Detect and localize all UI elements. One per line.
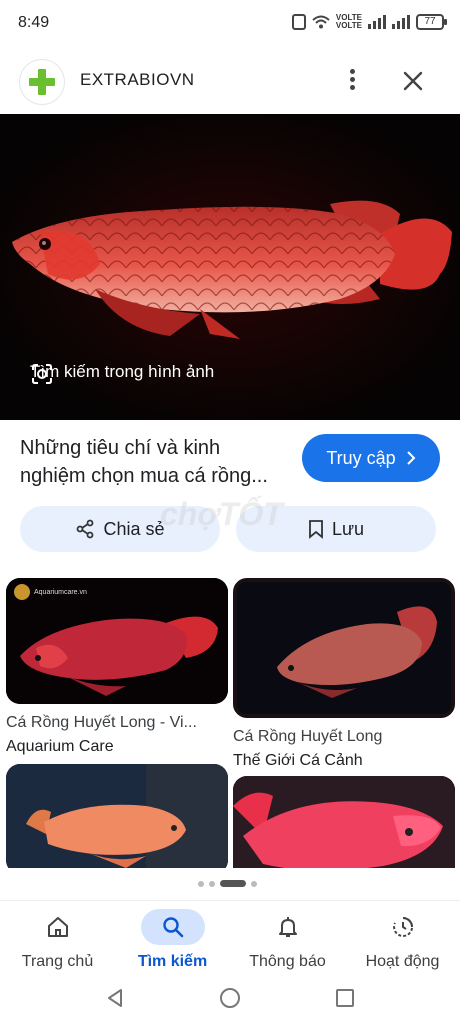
result-title-row: Những tiêu chí và kinh nghiệm chọn mua c… (0, 420, 460, 510)
pager-dot (209, 880, 215, 887)
source-logo-icon (14, 584, 30, 600)
share-button[interactable]: Chia sẻ (20, 506, 220, 552)
visit-label: Truy cập (326, 447, 396, 468)
nav-home[interactable]: Trang chủ (0, 901, 115, 981)
home-circle-icon[interactable] (220, 988, 240, 1008)
activity-icon (392, 916, 413, 937)
result-header: EXTRABIOVN (0, 50, 460, 112)
nav-search[interactable]: Tìm kiếm (115, 901, 230, 981)
hero-image[interactable]: Tìm kiếm trong hình ảnh (0, 114, 460, 420)
bottom-navigation: Trang chủ Tìm kiếm Thông báo Hoạt động (0, 900, 460, 980)
related-title: Cá Rồng Huyết Long - Vi... (6, 714, 197, 731)
related-thumbnail (233, 776, 455, 868)
related-source: Thế Giới Cá Cảnh (233, 752, 363, 769)
google-lens-icon (32, 364, 52, 384)
system-navigation (0, 980, 460, 1024)
search-in-image-button[interactable]: Tìm kiếm trong hình ảnh (30, 362, 215, 384)
home-icon (47, 917, 68, 937)
related-card[interactable]: Cá Rồng Huyết Long Thế Giới Cá Cảnh (233, 578, 455, 770)
close-icon[interactable] (400, 68, 426, 94)
battery-icon: 77 (416, 14, 447, 30)
source-badge: Aquariumcare.vn (14, 584, 87, 600)
signal-icon-2 (392, 15, 410, 29)
result-title[interactable]: Những tiêu chí và kinh nghiệm chọn mua c… (20, 434, 290, 490)
status-bar: 8:49 VOLTE VOLTE 77 (0, 0, 460, 48)
action-row: Chia sẻ Lưu chợTỐT (0, 496, 460, 556)
nav-notifications[interactable]: Thông báo (230, 901, 345, 981)
nav-home-label: Trang chủ (21, 953, 94, 970)
related-thumbnail: Aquariumcare.vn (6, 578, 228, 704)
green-plus-icon[interactable] (20, 60, 64, 104)
related-title: Cá Rồng Huyết Long (233, 728, 383, 745)
related-card[interactable]: Aquariumcare.vn Cá Rồng Huyết Long - Vi.… (6, 578, 228, 756)
chevron-right-icon (406, 451, 416, 465)
search-icon (162, 917, 183, 938)
status-time: 8:49 (18, 14, 50, 31)
volte-indicator: VOLTE VOLTE (335, 13, 362, 30)
nav-notifications-label: Thông báo (249, 953, 326, 970)
recents-icon[interactable] (336, 989, 354, 1007)
search-in-image-label: Tìm kiếm trong hình ảnh (30, 362, 215, 381)
related-source: Aquarium Care (6, 738, 114, 755)
nfc-icon (291, 14, 306, 30)
more-vert-icon[interactable] (342, 66, 362, 96)
visit-button[interactable]: Truy cập (302, 434, 440, 482)
bookmark-icon (309, 520, 323, 539)
bell-icon (278, 917, 297, 937)
wifi-icon (312, 15, 330, 29)
save-label: Lưu (331, 518, 365, 539)
site-name[interactable]: EXTRABIOVN (80, 70, 195, 90)
related-card[interactable] (6, 764, 228, 868)
back-icon[interactable] (106, 988, 124, 1008)
signal-icon (368, 15, 386, 29)
nav-activity[interactable]: Hoạt động (345, 901, 460, 981)
nav-activity-label: Hoạt động (365, 953, 440, 970)
status-icons: VOLTE VOLTE 77 (291, 13, 447, 30)
save-button[interactable]: Lưu (236, 506, 436, 552)
nav-search-label: Tìm kiếm (137, 953, 208, 970)
related-card[interactable] (233, 776, 455, 868)
related-thumbnail (233, 578, 455, 718)
share-icon (77, 519, 94, 539)
pager-dot-active (220, 880, 246, 887)
related-results-grid: Aquariumcare.vn Cá Rồng Huyết Long - Vi.… (0, 576, 460, 868)
pager-dot (251, 880, 257, 887)
carousel-indicator (198, 880, 257, 887)
related-thumbnail (6, 764, 228, 868)
pager-dot (198, 880, 204, 887)
share-label: Chia sẻ (103, 518, 165, 539)
